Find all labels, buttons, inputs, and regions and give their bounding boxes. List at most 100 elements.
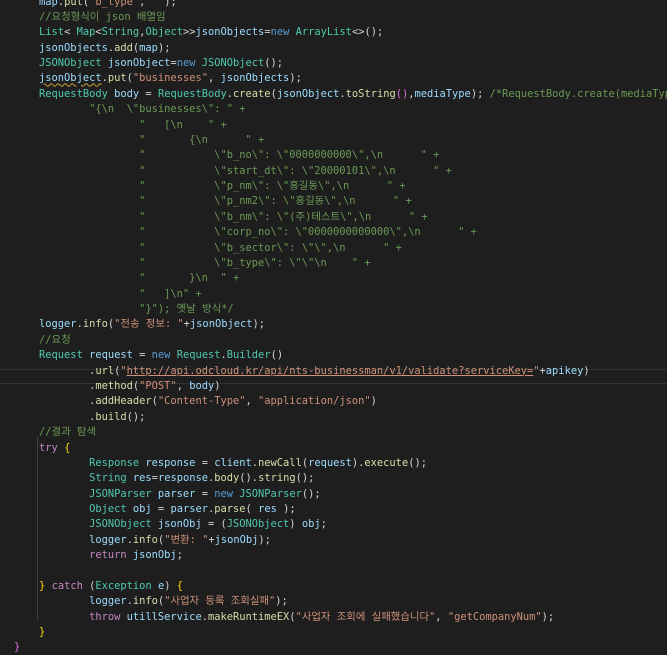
code-token: " \"b_no\": \"0000000000\",\n " + [14, 149, 440, 162]
code-token: JSONObject [39, 57, 102, 70]
code-line: } [14, 640, 20, 655]
code-line: logger.info("변환: "+jsonObj); [14, 533, 271, 548]
code-token: //요청형식이 json 배열임 [39, 10, 166, 23]
code-token: request [308, 456, 352, 469]
code-token: { [176, 579, 183, 592]
code-token: (); [264, 57, 284, 70]
code-token: , [207, 72, 221, 85]
code-token: add [114, 41, 133, 54]
code-token: new [270, 26, 290, 39]
code-token: " \"b_type\": \"\"\n " + [14, 256, 371, 269]
code-token: ). [351, 456, 365, 469]
code-line: jsonObject.put("businesses", jsonObjects… [14, 71, 302, 86]
code-token: create [233, 87, 271, 100]
code-line: logger.info("전송 정보: "+jsonObject); [14, 317, 265, 332]
code-token: String [89, 472, 127, 485]
code-line: " \"b_sector\": \"\",\n " + [14, 241, 402, 256]
code-token: apikey [545, 364, 584, 377]
code-line: } catch (Exception e) { [14, 579, 183, 594]
code-line: " \"b_no\": \"0000000000\",\n " + [14, 148, 439, 163]
code-token: Object [145, 26, 183, 39]
code-token: ); [541, 610, 555, 623]
code-token: (); [126, 410, 146, 423]
code-token: throw [89, 610, 121, 623]
code-token: = [139, 87, 158, 100]
code-token: execute [364, 456, 409, 469]
code-token: "{\n \"businesses\": " + [14, 103, 246, 116]
code-token: "}"); 옛날 방식*/ [14, 303, 234, 316]
code-token: " [\n " + [14, 118, 227, 131]
code-token: jsonObject [39, 72, 102, 85]
code-token: ; [320, 518, 327, 531]
code-token: = [132, 349, 152, 362]
code-token: ; [176, 549, 183, 562]
code-line: " }\n " + [14, 271, 239, 286]
code-line: String res=response.body().string(); [14, 471, 314, 486]
code-token: String [101, 26, 140, 39]
code-token: parser [157, 487, 196, 500]
code-token: , [176, 380, 190, 392]
code-line: JSONParser parser = new JSONParser(); [14, 487, 321, 502]
code-line: try { [14, 441, 70, 456]
code-token: Object [89, 503, 127, 516]
code-token: info [132, 595, 158, 608]
code-token: jsonObj [214, 533, 259, 546]
code-token: body [214, 472, 240, 485]
code-token: (); [301, 487, 321, 500]
code-token: body [114, 87, 140, 100]
code-editor[interactable]: map.put("b_type", ""); //요청형식이 json 배열임 … [0, 0, 667, 655]
code-token: >> [182, 26, 196, 39]
code-token: ) [370, 395, 377, 408]
code-token: RequestBody [39, 87, 108, 100]
code-line: return jsonObj; [14, 548, 183, 563]
code-token: ); [289, 72, 302, 85]
code-token: , [139, 0, 152, 8]
code-token: , [435, 610, 448, 623]
code-token: response [145, 456, 196, 469]
code-token: http://api.odcloud.kr/api/nts-businessma… [126, 364, 534, 377]
code-token: Exception [95, 579, 152, 592]
code-token: "Content-Type" [157, 395, 246, 408]
code-token: JSONObject [201, 57, 265, 70]
code-token: " \"p_nm\": \"홍길동\",\n " + [14, 180, 406, 193]
code-token: ); [276, 503, 296, 516]
code-line: //요청 [14, 333, 71, 348]
code-token: res [258, 503, 277, 516]
code-line: " \"corp_no\": \"0000000000000\",\n " + [14, 225, 477, 240]
code-token: new [176, 57, 196, 70]
code-token: mediaType [414, 87, 471, 100]
code-token: string [258, 472, 296, 485]
code-token: " \"corp_no\": \"0000000000000\",\n " + [14, 226, 477, 239]
code-token: (); [295, 472, 315, 485]
code-line: } [14, 625, 45, 640]
code-token: . [14, 380, 96, 392]
code-line: " \"p_nm\": \"홍길동\",\n " + [14, 179, 406, 194]
code-token: jsonObjects [39, 41, 108, 54]
code-line: throw utillService.makeRuntimeEX("사업자 조회… [14, 610, 554, 625]
code-line: "}"); 옛날 방식*/ [14, 302, 234, 317]
code-token: ) [583, 364, 590, 377]
code-token: ); [252, 318, 265, 331]
code-token: info [82, 318, 108, 331]
code-line: map.put("b_type", ""); [14, 0, 177, 10]
code-token: parse [214, 503, 246, 516]
code-token: makeRuntimeEX [207, 610, 290, 623]
code-token: ); [275, 595, 288, 608]
code-token: ArrayList [295, 26, 352, 39]
code-token: () [395, 87, 409, 100]
code-token: put [64, 0, 83, 8]
code-token: ); [470, 87, 490, 100]
code-token: ( [82, 579, 96, 592]
